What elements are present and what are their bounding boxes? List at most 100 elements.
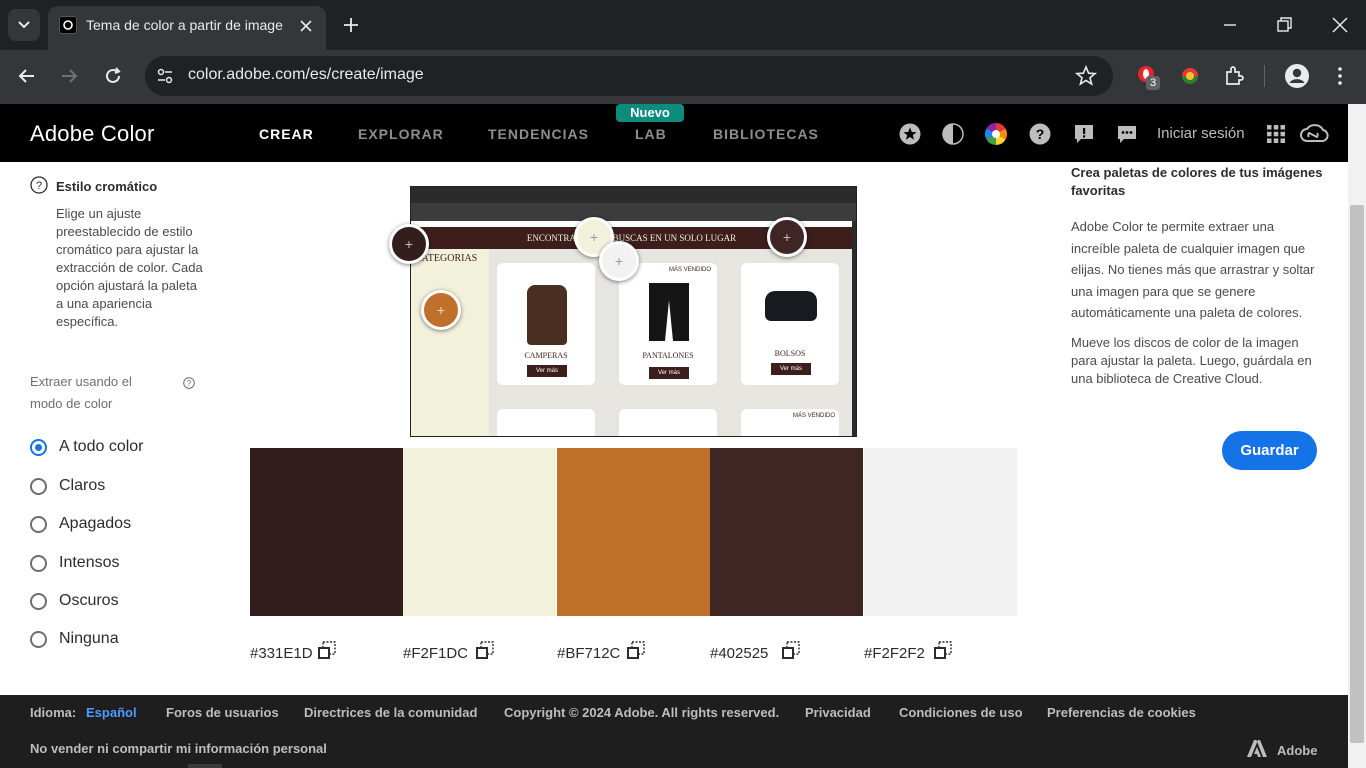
preview-card: CAMPERAS Ver más <box>497 263 595 385</box>
tab-search-button[interactable] <box>8 9 40 41</box>
address-bar[interactable]: color.adobe.com/es/create/image <box>145 56 1113 96</box>
extension-opera-icon[interactable]: 3 <box>1136 64 1160 90</box>
save-button[interactable]: Guardar <box>1222 431 1317 470</box>
radio-checked[interactable] <box>30 438 47 456</box>
preview-button: Ver más <box>649 367 689 379</box>
mode-intensos[interactable]: Intensos <box>30 551 119 575</box>
back-icon[interactable] <box>16 65 38 87</box>
copy-icon[interactable] <box>933 641 953 661</box>
scrollbar-thumb[interactable] <box>1350 205 1364 743</box>
palette-swatch-2[interactable] <box>403 448 556 616</box>
preview-card: MÁS VENDIDO <box>741 409 839 436</box>
site-settings-icon[interactable] <box>155 66 175 86</box>
svg-text:?: ? <box>187 379 192 388</box>
bookmark-star-icon[interactable] <box>1075 65 1097 87</box>
nav-tendencias[interactable]: TENDENCIAS <box>488 126 589 142</box>
nav-bibliotecas[interactable]: BIBLIOTECAS <box>713 126 819 142</box>
extensions-puzzle-icon[interactable] <box>1222 64 1246 88</box>
copy-icon[interactable] <box>475 641 495 661</box>
palette-swatch-5[interactable] <box>864 448 1017 616</box>
nav-explorar[interactable]: EXPLORAR <box>358 126 444 142</box>
radio[interactable] <box>30 630 47 648</box>
adobe-logo-icon <box>1247 740 1267 757</box>
right-panel-paragraph-1: Adobe Color te permite extraer una incre… <box>1071 219 1315 320</box>
language-label: Idioma: <box>30 705 77 720</box>
hex-value-5[interactable]: #F2F2F2 <box>864 645 925 662</box>
copy-icon[interactable] <box>781 641 801 661</box>
forward-icon[interactable] <box>58 65 80 87</box>
footer-link-terms[interactable]: Condiciones de uso <box>899 705 1023 720</box>
mode-claros[interactable]: Claros <box>30 474 105 498</box>
sign-in-link[interactable]: Iniciar sesión <box>1157 125 1245 142</box>
contrast-icon[interactable] <box>942 123 964 145</box>
adobe-logo-text: Adobe <box>1277 743 1318 758</box>
app-header: Adobe Color CREAR EXPLORAR TENDENCIAS LA… <box>0 104 1348 162</box>
nav-crear[interactable]: CREAR <box>259 126 314 142</box>
feedback-icon[interactable] <box>1116 123 1138 145</box>
mode-ninguna[interactable]: Ninguna <box>30 627 119 651</box>
url-text: color.adobe.com/es/create/image <box>188 66 424 83</box>
adobe-color-favicon <box>59 16 77 34</box>
browser-tab[interactable]: Tema de color a partir de image <box>48 6 326 50</box>
footer-link-guidelines[interactable]: Directrices de la comunidad <box>304 705 477 720</box>
color-disc-1[interactable]: + <box>389 224 429 264</box>
color-disc-5[interactable]: + <box>599 241 639 281</box>
jacket-image <box>527 285 567 345</box>
creative-cloud-icon[interactable] <box>1299 123 1329 145</box>
radio[interactable] <box>30 477 47 495</box>
palette-swatch-1[interactable] <box>250 448 403 616</box>
palette-swatch-4[interactable] <box>710 448 863 616</box>
color-disc-3[interactable]: + <box>421 290 461 330</box>
footer-link-forums[interactable]: Foros de usuarios <box>166 705 279 720</box>
hex-value-4[interactable]: #402525 <box>710 645 768 662</box>
preview-button: Ver más <box>771 363 811 375</box>
mode-oscuros[interactable]: Oscuros <box>30 589 119 613</box>
restore-icon[interactable] <box>1274 15 1294 35</box>
reload-icon[interactable] <box>102 65 124 87</box>
help-icon[interactable]: ? <box>183 377 195 389</box>
new-tab-icon[interactable] <box>341 15 361 35</box>
preview-sidebar: CATEGORIAS <box>411 249 489 436</box>
footer: Idioma: Español Foros de usuarios Direct… <box>0 695 1348 768</box>
hex-value-2[interactable]: #F2F1DC <box>403 645 468 662</box>
color-wheel-icon[interactable] <box>985 123 1007 145</box>
radio[interactable] <box>30 592 47 610</box>
pants-image <box>649 283 689 341</box>
info-icon[interactable]: ? <box>30 176 48 194</box>
footer-link-privacy[interactable]: Privacidad <box>805 705 871 720</box>
bag-image <box>765 291 817 321</box>
report-icon[interactable] <box>1073 123 1095 145</box>
mode-apagados[interactable]: Apagados <box>30 512 131 536</box>
minimize-icon[interactable] <box>1220 15 1240 35</box>
color-disc-4[interactable]: + <box>767 217 807 257</box>
browser-menu-icon[interactable] <box>1330 65 1350 87</box>
help-icon[interactable]: ? <box>1029 123 1051 145</box>
radio[interactable] <box>30 515 47 533</box>
profile-icon[interactable] <box>1284 63 1310 89</box>
close-tab-icon[interactable] <box>298 18 314 34</box>
footer-link-cookies[interactable]: Preferencias de cookies <box>1047 705 1196 720</box>
browser-tab-bar: Tema de color a partir de image <box>0 0 1366 50</box>
apps-grid-icon[interactable] <box>1265 123 1287 145</box>
palette-swatch-3[interactable] <box>557 448 710 616</box>
extension-badge: 3 <box>1146 76 1160 90</box>
brand-logo[interactable]: Adobe Color <box>30 121 155 147</box>
mode-a-todo-color[interactable]: A todo color <box>30 435 144 459</box>
hex-value-3[interactable]: #BF712C <box>557 645 620 662</box>
extension-color-icon[interactable] <box>1178 64 1202 88</box>
preview-product-name: BOLSOS <box>774 349 806 358</box>
preview-card <box>497 409 595 436</box>
copy-icon[interactable] <box>317 641 337 661</box>
preview-button: Ver más <box>527 365 567 377</box>
copy-icon[interactable] <box>626 641 646 661</box>
nav-lab[interactable]: LAB <box>635 126 667 142</box>
hex-value-1[interactable]: #331E1D <box>250 645 313 662</box>
language-selector[interactable]: Español <box>86 705 137 720</box>
footer-link-do-not-sell[interactable]: No vender ni compartir mi información pe… <box>30 741 327 756</box>
right-panel-paragraph-2: Mueve los discos de color de la imagen p… <box>1071 335 1312 386</box>
star-icon[interactable] <box>899 123 921 145</box>
close-window-icon[interactable] <box>1330 15 1350 35</box>
svg-text:?: ? <box>1036 126 1045 142</box>
radio[interactable] <box>30 554 47 572</box>
chevron-down-icon <box>18 21 30 29</box>
